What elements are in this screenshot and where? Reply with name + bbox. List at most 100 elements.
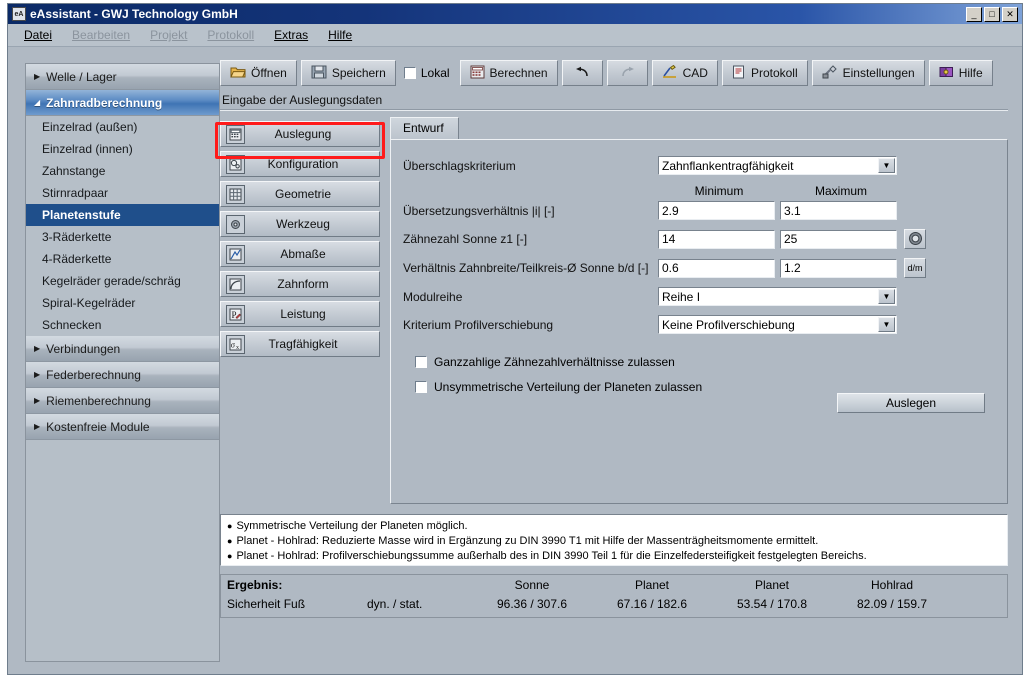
save-button[interactable]: Speichern xyxy=(300,60,396,86)
teeth-label: Zähnezahl Sonne z1 [-] xyxy=(403,232,528,246)
close-button[interactable]: ✕ xyxy=(1002,6,1018,22)
protocol-button[interactable]: Protokoll xyxy=(721,60,808,86)
integer-ratio-checkbox[interactable]: Ganzzahlige Zähnezahlverhältnisse zulass… xyxy=(415,355,989,369)
gears-icon xyxy=(226,154,245,174)
checkbox-box[interactable] xyxy=(415,356,427,368)
sidebar-item-einzelrad-innen[interactable]: Einzelrad (innen) xyxy=(26,138,219,160)
calculate-button-label: Berechnen xyxy=(489,66,548,80)
maximize-button[interactable]: □ xyxy=(984,6,1000,22)
chevron-right-icon: ▶ xyxy=(34,344,41,353)
sidebar-group-verbindungen[interactable]: ▶ Verbindungen xyxy=(26,336,219,362)
bullet-icon: ● xyxy=(227,536,233,546)
results-column-planet-2: Planet xyxy=(754,578,790,592)
chevron-down-icon[interactable]: ▼ xyxy=(878,158,895,173)
vtab-leistung[interactable]: P Leistung xyxy=(220,301,380,327)
teeth-row: Zähnezahl Sonne z1 [-] 14 25 xyxy=(403,229,989,249)
menu-datei[interactable]: Datei xyxy=(24,28,52,42)
local-checkbox[interactable]: Lokal xyxy=(403,66,450,80)
chevron-down-icon[interactable]: ▼ xyxy=(878,317,895,332)
width-row: Verhältnis Zahnbreite/Teilkreis-Ø Sonne … xyxy=(403,258,989,278)
width-min-input[interactable]: 0.6 xyxy=(658,258,775,278)
results-data-row: Sicherheit Fuß dyn. / stat. 96.36 / 307.… xyxy=(227,597,1001,611)
document-icon xyxy=(732,65,746,82)
svg-text:x: x xyxy=(236,345,239,351)
sidebar-item-zahnstange[interactable]: Zahnstange xyxy=(26,160,219,182)
module-label: Modulreihe xyxy=(403,289,463,304)
asymmetric-planets-checkbox[interactable]: Unsymmetrische Verteilung der Planeten z… xyxy=(415,380,989,394)
criterion-select[interactable]: Zahnflankentragfähigkeit ▼ xyxy=(658,156,897,175)
dm-ratio-button[interactable]: d/m xyxy=(904,258,926,278)
vtab-werkzeug[interactable]: Werkzeug xyxy=(220,211,380,237)
undo-button[interactable] xyxy=(561,60,603,86)
dm-button-label: d/m xyxy=(907,263,923,273)
chevron-down-icon[interactable]: ▼ xyxy=(878,289,895,304)
auslegen-button[interactable]: Auslegen xyxy=(837,393,985,413)
app-icon: eA xyxy=(12,7,26,21)
calculate-button[interactable]: Berechnen xyxy=(459,60,558,86)
sidebar-group-federberechnung[interactable]: ▶ Federberechnung xyxy=(26,362,219,388)
criterion-row: Überschlagskriterium Zahnflankentragfähi… xyxy=(403,156,989,175)
minimize-button[interactable]: _ xyxy=(966,6,982,22)
sidebar-item-label: Planetenstufe xyxy=(42,208,121,222)
sidebar-item-3-raederkette[interactable]: 3-Räderkette xyxy=(26,226,219,248)
vtab-tragfaehigkeit[interactable]: σx Tragfähigkeit xyxy=(220,331,380,357)
bullet-icon: ● xyxy=(227,551,233,561)
menu-extras-label: Extras xyxy=(274,28,309,42)
tab-strip: Entwurf xyxy=(390,117,1008,139)
module-select[interactable]: Reihe I ▼ xyxy=(658,287,897,306)
redo-button[interactable] xyxy=(606,60,648,86)
sidebar-group-riemenberechnung[interactable]: ▶ Riemenberechnung xyxy=(26,388,219,414)
vtab-abmasse[interactable]: Abmaße xyxy=(220,241,380,267)
local-checkbox-label: Lokal xyxy=(420,66,450,80)
sidebar-item-spiral-kegelraeder[interactable]: Spiral-Kegelräder xyxy=(26,292,219,314)
module-tab-list: Auslegung Konfiguration Geometrie Werkze… xyxy=(220,117,380,504)
checkbox-box[interactable] xyxy=(403,67,416,79)
ratio-max-input[interactable]: 3.1 xyxy=(780,201,897,220)
sidebar-item-stirnradpaar[interactable]: Stirnradpaar xyxy=(26,182,219,204)
menu-projekt[interactable]: Projekt xyxy=(150,28,187,42)
width-max-input[interactable]: 1.2 xyxy=(780,258,897,278)
menu-bar: Datei Bearbeiten Projekt Protokoll Extra… xyxy=(8,24,1022,47)
sidebar-group-zahnradberechnung[interactable]: ◢ Zahnradberechnung xyxy=(26,90,219,116)
vtab-auslegung[interactable]: Auslegung xyxy=(220,121,380,147)
asymmetric-planets-label: Unsymmetrische Verteilung der Planeten z… xyxy=(434,380,703,394)
vtab-label: Auslegung xyxy=(274,127,332,141)
menu-extras[interactable]: Extras xyxy=(274,28,308,42)
minimum-header: Minimum xyxy=(694,184,744,198)
sidebar-item-kegelraeder[interactable]: Kegelräder gerade/schräg xyxy=(26,270,219,292)
gear-wheel-button[interactable] xyxy=(904,229,926,249)
tab-entwurf[interactable]: Entwurf xyxy=(390,117,459,139)
chevron-right-icon: ▶ xyxy=(34,422,41,431)
checkbox-box[interactable] xyxy=(415,381,427,393)
results-row-label: Sicherheit Fuß xyxy=(227,597,306,611)
ratio-min-input[interactable]: 2.9 xyxy=(658,201,775,220)
sidebar-item-schnecken[interactable]: Schnecken xyxy=(26,314,219,336)
open-button[interactable]: Öffnen xyxy=(220,60,297,86)
vtab-konfiguration[interactable]: Konfiguration xyxy=(220,151,380,177)
sidebar-group-welle-lager[interactable]: ▶ Welle / Lager xyxy=(26,64,219,90)
open-folder-icon xyxy=(230,65,246,82)
sidebar-item-planetenstufe[interactable]: Planetenstufe xyxy=(26,204,219,226)
sidebar-item-einzelrad-aussen[interactable]: Einzelrad (außen) xyxy=(26,116,219,138)
cad-button[interactable]: CAD xyxy=(651,60,718,86)
teeth-max-input[interactable]: 25 xyxy=(780,229,897,249)
window-controls: _ □ ✕ xyxy=(966,6,1020,22)
menu-hilfe[interactable]: Hilfe xyxy=(328,28,352,42)
profile-select[interactable]: Keine Profilverschiebung ▼ xyxy=(658,315,897,334)
menu-bearbeiten-label: Bearbeiten xyxy=(72,28,131,42)
sidebar-group-kostenfreie-module[interactable]: ▶ Kostenfreie Module xyxy=(26,414,219,440)
bullet-icon: ● xyxy=(227,521,233,531)
teeth-min-input[interactable]: 14 xyxy=(658,229,775,249)
vtab-geometrie[interactable]: Geometrie xyxy=(220,181,380,207)
sidebar-item-label: 4-Räderkette xyxy=(42,252,112,266)
chevron-right-icon: ▶ xyxy=(34,72,41,81)
module-value: Reihe I xyxy=(662,289,701,304)
settings-button[interactable]: Einstellungen xyxy=(811,60,925,86)
vtab-zahnform[interactable]: Zahnform xyxy=(220,271,380,297)
help-button[interactable]: Hilfe xyxy=(928,60,993,86)
menu-protokoll[interactable]: Protokoll xyxy=(207,28,254,42)
message-list: ● Symmetrische Verteilung der Planeten m… xyxy=(220,514,1008,566)
menu-bearbeiten[interactable]: Bearbeiten xyxy=(72,28,130,42)
sidebar-item-4-raederkette[interactable]: 4-Räderkette xyxy=(26,248,219,270)
sidebar-group-label: Zahnradberechnung xyxy=(46,95,163,110)
